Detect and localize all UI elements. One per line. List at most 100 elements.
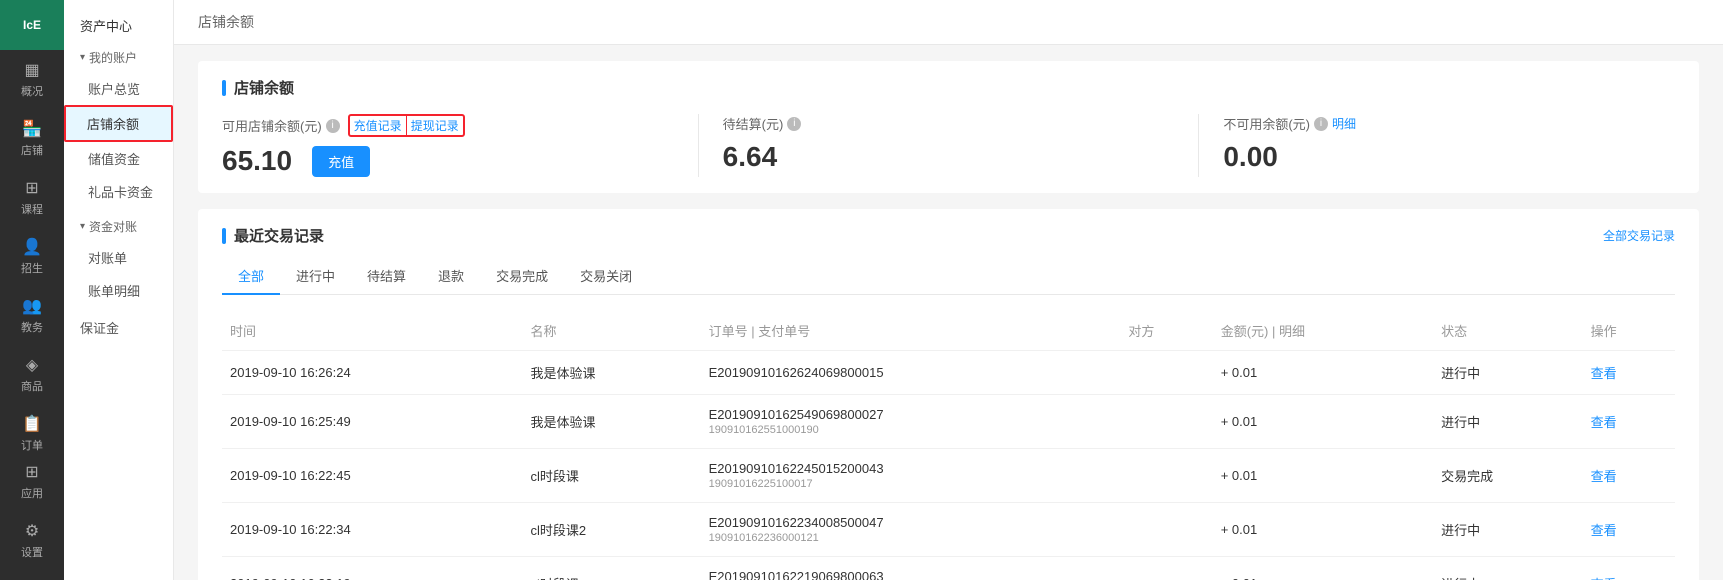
cell-amount-0: + 0.01: [1213, 351, 1433, 395]
unavailable-label: 不可用余额(元) i 明细: [1223, 114, 1651, 133]
cell-action-3: 查看: [1583, 503, 1675, 557]
reconciliation-group: ▾ 资金对账: [64, 212, 173, 241]
col-order: 订单号 | 支付单号: [701, 311, 1121, 351]
recent-title: 最近交易记录: [222, 225, 324, 246]
cell-name-4: cl时段课2: [523, 557, 701, 580]
nav-gift-card[interactable]: 礼品卡资金: [64, 175, 173, 208]
table-row: 2019-09-10 16:22:19 cl时段课2 E201909101622…: [222, 557, 1675, 580]
cell-time-2: 2019-09-10 16:22:45: [222, 449, 523, 503]
tab-complete[interactable]: 交易完成: [480, 258, 564, 295]
sidebar-bottom: ⊞ 应用 ⚙ 设置: [0, 452, 64, 580]
balance-row: 可用店铺余额(元) i 充值记录 提现记录 65.10 充值: [222, 114, 1675, 177]
pending-balance-item: 待结算(元) i 6.64: [723, 114, 1175, 173]
cell-name-1: 我是体验课: [523, 395, 701, 449]
cell-status-1: 进行中: [1433, 395, 1583, 449]
cell-order-0: E20190910162624069800015: [701, 351, 1121, 395]
action-link-1[interactable]: 查看: [1591, 415, 1617, 430]
recharge-button[interactable]: 充值: [312, 146, 370, 177]
sidebar-item-order[interactable]: 📋 订单: [0, 404, 64, 452]
col-time: 时间: [222, 311, 523, 351]
transactions-table: 时间 名称 订单号 | 支付单号 对方 金额(元) | 明细 状态 操作 201…: [222, 311, 1675, 580]
available-value: 65.10 充值: [222, 145, 650, 177]
unavailable-value: 0.00: [1223, 141, 1651, 173]
sidebar-item-settings[interactable]: ⚙ 设置: [0, 511, 64, 570]
sidebar-item-apps[interactable]: ⊞ 应用: [0, 452, 64, 511]
view-all-link[interactable]: 全部交易记录: [1603, 227, 1675, 244]
second-nav-title: 资产中心: [64, 0, 173, 43]
pending-value: 6.64: [723, 141, 1151, 173]
order-icon: 📋: [22, 414, 42, 434]
col-amount: 金额(元) | 明细: [1213, 311, 1433, 351]
cell-counterparty-3: [1120, 503, 1212, 557]
balance-section-title: 店铺余额: [222, 77, 1675, 98]
cell-status-4: 进行中: [1433, 557, 1583, 580]
chevron-down-icon: ▾: [80, 52, 85, 63]
available-balance-item: 可用店铺余额(元) i 充值记录 提现记录 65.10 充值: [222, 114, 674, 177]
tab-all[interactable]: 全部: [222, 258, 280, 295]
nav-account-overview[interactable]: 账户总览: [64, 72, 173, 105]
sidebar-item-recruit[interactable]: 👤 招生: [0, 227, 64, 286]
nav-account-detail[interactable]: 账单明细: [64, 274, 173, 307]
extract-record-link[interactable]: 提现记录: [407, 116, 463, 135]
balance-divider-2: [1198, 114, 1199, 177]
table-row: 2019-09-10 16:26:24 我是体验课 E2019091016262…: [222, 351, 1675, 395]
cell-name-0: 我是体验课: [523, 351, 701, 395]
cell-time-4: 2019-09-10 16:22:19: [222, 557, 523, 580]
sidebar-item-goods[interactable]: ◈ 商品: [0, 345, 64, 404]
cell-status-0: 进行中: [1433, 351, 1583, 395]
section-header-row: 最近交易记录 全部交易记录: [222, 225, 1675, 246]
sidebar-item-course[interactable]: ⊞ 课程: [0, 168, 64, 227]
nav-reconciliation[interactable]: 对账单: [64, 241, 173, 274]
tab-closed[interactable]: 交易关闭: [564, 258, 648, 295]
sidebar-nav: ▦ 概况 🏪 店铺 ⊞ 课程 👤 招生 👥 教务 ◈ 商品 📋 订单 👤: [0, 50, 64, 452]
tabs-row: 全部 进行中 待结算 退款 交易完成 交易关闭: [222, 258, 1675, 295]
col-counterparty: 对方: [1120, 311, 1212, 351]
col-name: 名称: [523, 311, 701, 351]
breadcrumb: 店铺余额: [174, 0, 1723, 45]
cell-amount-3: + 0.01: [1213, 503, 1433, 557]
nav-stored-value[interactable]: 储值资金: [64, 142, 173, 175]
available-info-icon[interactable]: i: [326, 119, 340, 133]
table-row: 2019-09-10 16:22:34 cl时段课2 E201909101622…: [222, 503, 1675, 557]
cell-counterparty-1: [1120, 395, 1212, 449]
available-label: 可用店铺余额(元) i 充值记录 提现记录: [222, 114, 650, 137]
balance-divider-1: [698, 114, 699, 177]
main-content: 店铺余额 店铺余额 可用店铺余额(元) i 充值记录 提现记录: [174, 0, 1723, 580]
cell-action-0: 查看: [1583, 351, 1675, 395]
sidebar-item-teacher[interactable]: 👥 教务: [0, 286, 64, 345]
action-link-2[interactable]: 查看: [1591, 469, 1617, 484]
action-link-0[interactable]: 查看: [1591, 366, 1617, 381]
pending-info-icon[interactable]: i: [787, 117, 801, 131]
settings-icon: ⚙: [25, 521, 39, 541]
chevron-down-icon2: ▾: [80, 221, 85, 232]
overview-icon: ▦: [24, 60, 39, 80]
second-nav: 资产中心 ▾ 我的账户 账户总览 店铺余额 储值资金 礼品卡资金 ▾ 资金对账 …: [64, 0, 174, 580]
pending-label: 待结算(元) i: [723, 114, 1151, 133]
tab-refund[interactable]: 退款: [422, 258, 480, 295]
nav-deposit[interactable]: 保证金: [64, 311, 173, 344]
cell-counterparty-4: [1120, 557, 1212, 580]
course-icon: ⊞: [25, 178, 38, 198]
transactions-card: 最近交易记录 全部交易记录 全部 进行中 待结算 退款 交易完成 交易关闭 时间…: [198, 209, 1699, 580]
table-row: 2019-09-10 16:25:49 我是体验课 E2019091016254…: [222, 395, 1675, 449]
my-account-section: ▾ 我的账户 账户总览 店铺余额 储值资金 礼品卡资金: [64, 43, 173, 208]
cell-order-3: E20190910162234008500047 190910162236000…: [701, 503, 1121, 557]
balance-card: 店铺余额 可用店铺余额(元) i 充值记录 提现记录 65.10: [198, 61, 1699, 193]
record-links: 充值记录 提现记录: [348, 114, 465, 137]
tab-pending[interactable]: 待结算: [351, 258, 422, 295]
recharge-record-link[interactable]: 充值记录: [350, 116, 407, 135]
cell-name-2: cl时段课: [523, 449, 701, 503]
tab-in-progress[interactable]: 进行中: [280, 258, 351, 295]
sidebar-item-overview[interactable]: ▦ 概况: [0, 50, 64, 109]
reconciliation-section: ▾ 资金对账 对账单 账单明细: [64, 212, 173, 307]
logo: IcE: [0, 0, 64, 50]
col-status: 状态: [1433, 311, 1583, 351]
goods-icon: ◈: [26, 355, 38, 375]
cell-order-2: E20190910162245015200043 190910162251000…: [701, 449, 1121, 503]
table-row: 2019-09-10 16:22:45 cl时段课 E2019091016224…: [222, 449, 1675, 503]
unavailable-info-icon[interactable]: i: [1314, 117, 1328, 131]
unavailable-detail-link[interactable]: 明细: [1332, 115, 1356, 132]
nav-store-balance[interactable]: 店铺余额: [64, 105, 173, 142]
sidebar-item-store[interactable]: 🏪 店铺: [0, 109, 64, 168]
action-link-3[interactable]: 查看: [1591, 523, 1617, 538]
